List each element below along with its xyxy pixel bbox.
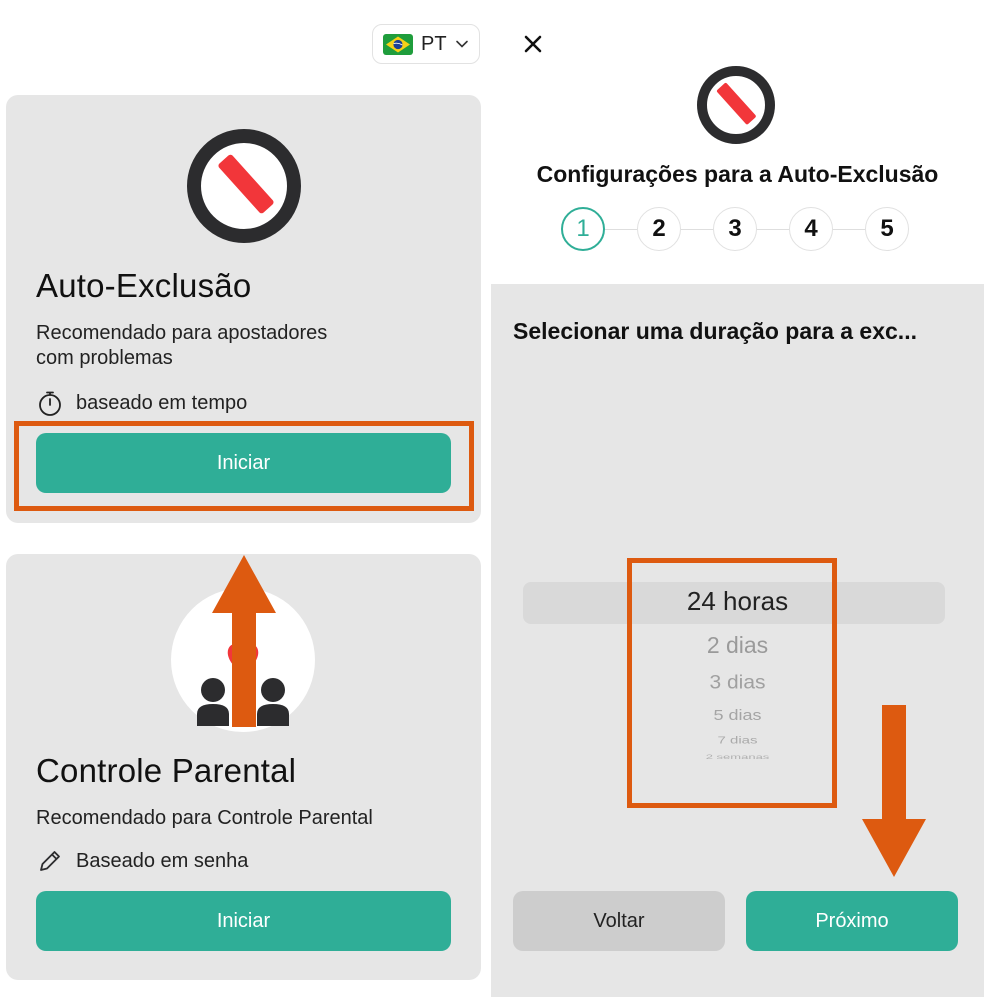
pencil-icon [40,851,60,871]
settings-title: Configurações para a Auto-Exclusão [536,161,939,187]
brazil-flag-icon [383,33,413,55]
annotation-highlight-box [627,558,837,808]
step-connector [757,229,789,230]
parental-control-description: Recomendado para Controle Parental [36,807,373,829]
stop-icon [187,129,301,243]
self-exclusion-meta-text: baseado em tempo [76,391,248,414]
parental-control-meta-text: Baseado em senha [76,849,249,872]
step-indicator: 1 2 3 4 5 [561,207,911,251]
chevron-down-icon [455,37,469,51]
step-3: 3 [713,207,757,251]
step-1: 1 [561,207,605,251]
stopwatch-icon [39,391,61,416]
next-button[interactable]: Próximo [746,891,958,951]
self-exclusion-description-line1: Recomendado para apostadores [36,322,328,344]
self-exclusion-description: Recomendado para apostadores com problem… [36,321,327,371]
self-exclusion-title: Auto-Exclusão [36,267,252,304]
annotation-highlight-box [14,421,474,511]
arrow-up-icon [212,555,276,727]
self-exclusion-description-line2: com problemas [36,347,173,369]
arrow-down-icon [862,705,926,877]
step-5: 5 [865,207,909,251]
step-2: 2 [637,207,681,251]
parental-control-meta: Baseado em senha [36,847,248,875]
parental-control-title: Controle Parental [36,752,297,789]
right-panel: Configurações para a Auto-Exclusão 1 2 3… [491,0,984,997]
step-connector [681,229,713,230]
language-selector[interactable]: PT [372,24,480,64]
self-exclusion-meta: baseado em tempo [36,389,247,417]
step-connector [605,229,637,230]
step-4: 4 [789,207,833,251]
language-code: PT [421,32,447,55]
left-panel: PT Auto-Exclusão Recomendado para aposta… [0,0,490,997]
stop-icon [697,66,775,144]
step-connector [833,229,865,230]
close-icon[interactable] [521,32,545,56]
duration-prompt: Selecionar uma duração para a exc... [513,318,917,344]
back-button[interactable]: Voltar [513,891,725,951]
parental-control-start-button[interactable]: Iniciar [36,891,451,951]
